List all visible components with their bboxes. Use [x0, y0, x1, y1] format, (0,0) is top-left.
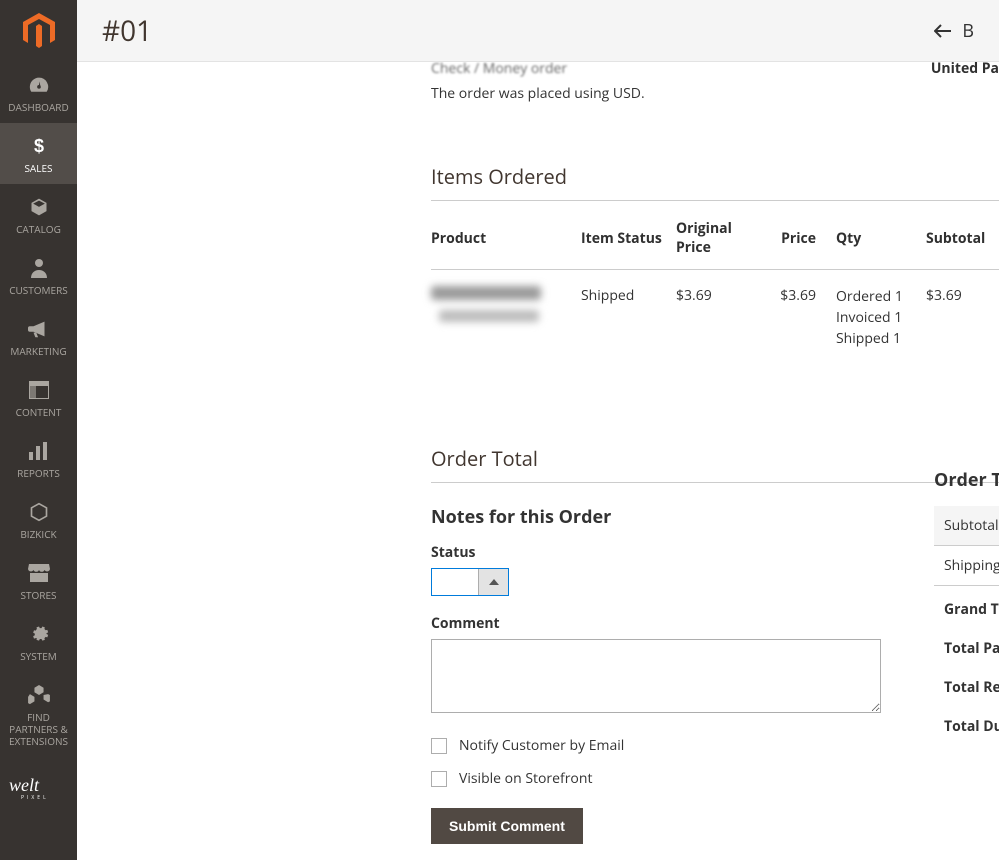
sidebar-item-customers[interactable]: CUSTOMERS — [0, 245, 77, 306]
product-cell — [431, 270, 581, 356]
table-row: Shipped $3.69 $3.69 Ordered 1 Invoiced 1… — [431, 270, 999, 356]
sidebar-label: SYSTEM — [18, 650, 59, 662]
checkbox-icon — [431, 738, 447, 754]
order-content: Check / Money order The order was placed… — [77, 62, 999, 860]
person-icon — [31, 256, 47, 280]
totals-subtotal: Subtotal — [934, 506, 999, 546]
sidebar-item-catalog[interactable]: CATALOG — [0, 184, 77, 245]
sidebar-label: CONTENT — [14, 406, 64, 418]
back-button[interactable]: B — [934, 19, 974, 43]
sidebar-item-content[interactable]: CONTENT — [0, 367, 77, 428]
orig-price-cell: $3.69 — [676, 270, 776, 356]
checkbox-icon — [431, 771, 447, 787]
storefront-icon — [28, 561, 50, 585]
col-subtotal: Subtotal — [926, 201, 999, 270]
order-currency-note: The order was placed using USD. — [431, 84, 999, 103]
col-price: Price — [776, 201, 836, 270]
page-header: #01 B — [77, 0, 999, 62]
totals-due: Total Due — [934, 707, 999, 746]
admin-sidebar: DASHBOARD $ SALES CATALOG CUSTOMERS MARK… — [0, 0, 77, 860]
sidebar-label: CATALOG — [14, 223, 63, 235]
payment-method: Check / Money order — [431, 62, 999, 78]
comment-label: Comment — [431, 614, 999, 633]
totals-shipping: Shipping — [934, 546, 999, 586]
submit-comment-button[interactable]: Submit Comment — [431, 808, 583, 844]
sidebar-item-bizkick[interactable]: BIZKICK — [0, 489, 77, 550]
bar-chart-icon — [29, 439, 49, 463]
dashboard-icon — [28, 73, 50, 97]
sidebar-item-sales[interactable]: $ SALES — [0, 123, 77, 184]
status-select[interactable] — [431, 568, 509, 596]
weltpixel-logo[interactable]: welt PIXEL — [0, 765, 77, 814]
svg-text:PIXEL: PIXEL — [21, 795, 49, 801]
back-label: B — [962, 19, 974, 43]
cube-icon — [29, 195, 49, 219]
col-qty: Qty — [836, 201, 926, 270]
totals-refunded: Total Ref — [934, 668, 999, 707]
sidebar-label: STORES — [19, 589, 59, 601]
visible-checkbox-row[interactable]: Visible on Storefront — [431, 769, 999, 788]
visible-label: Visible on Storefront — [459, 769, 592, 788]
price-cell: $3.69 — [776, 270, 836, 356]
col-original-price: Original Price — [676, 201, 776, 270]
sidebar-item-marketing[interactable]: MARKETING — [0, 306, 77, 367]
totals-grand: Grand To — [934, 586, 999, 629]
sidebar-item-dashboard[interactable]: DASHBOARD — [0, 62, 77, 123]
sidebar-label: CUSTOMERS — [7, 284, 70, 296]
sidebar-item-partners[interactable]: FIND PARTNERS & EXTENSIONS — [0, 672, 77, 757]
sidebar-label: FIND PARTNERS & EXTENSIONS — [0, 711, 77, 747]
sidebar-label: SALES — [22, 162, 54, 174]
sidebar-label: REPORTS — [15, 467, 62, 479]
items-ordered-title: Items Ordered — [431, 163, 999, 200]
sidebar-item-stores[interactable]: STORES — [0, 550, 77, 611]
magento-logo[interactable] — [0, 0, 77, 62]
items-table: Product Item Status Original Price Price… — [431, 201, 999, 355]
gear-icon — [29, 622, 49, 646]
totals-title: Order To — [934, 468, 999, 492]
magento-logo-icon — [23, 13, 55, 49]
caret-up-icon — [478, 569, 508, 595]
order-total-title: Order Total — [431, 445, 999, 482]
notes-title: Notes for this Order — [431, 505, 999, 529]
megaphone-icon — [28, 317, 50, 341]
sidebar-label: MARKETING — [8, 345, 68, 357]
dollar-icon: $ — [31, 134, 47, 158]
qty-cell: Ordered 1 Invoiced 1 Shipped 1 — [836, 270, 926, 356]
notify-checkbox-row[interactable]: Notify Customer by Email — [431, 736, 999, 755]
sidebar-label: DASHBOARD — [6, 101, 70, 113]
shipping-method: United Pa — [931, 62, 999, 78]
sidebar-item-system[interactable]: SYSTEM — [0, 611, 77, 672]
hexagon-icon — [29, 500, 49, 524]
module-icon — [28, 683, 50, 707]
col-item-status: Item Status — [581, 201, 676, 270]
subtotal-cell: $3.69 — [926, 270, 999, 356]
arrow-left-icon — [934, 24, 952, 38]
page-title: #01 — [102, 12, 152, 50]
col-product: Product — [431, 201, 581, 270]
item-status-cell: Shipped — [581, 270, 676, 356]
comment-textarea[interactable] — [431, 639, 881, 713]
order-totals-box: Order To Subtotal Shipping Grand To Tota… — [934, 468, 999, 746]
weltpixel-logo-icon: welt PIXEL — [9, 773, 69, 801]
status-label: Status — [431, 543, 999, 562]
svg-text:welt: welt — [9, 775, 40, 795]
sidebar-label: BIZKICK — [18, 528, 58, 540]
sidebar-item-reports[interactable]: REPORTS — [0, 428, 77, 489]
totals-paid: Total Pai — [934, 629, 999, 668]
notify-label: Notify Customer by Email — [459, 736, 624, 755]
layout-icon — [29, 378, 49, 402]
svg-text:$: $ — [33, 136, 43, 156]
